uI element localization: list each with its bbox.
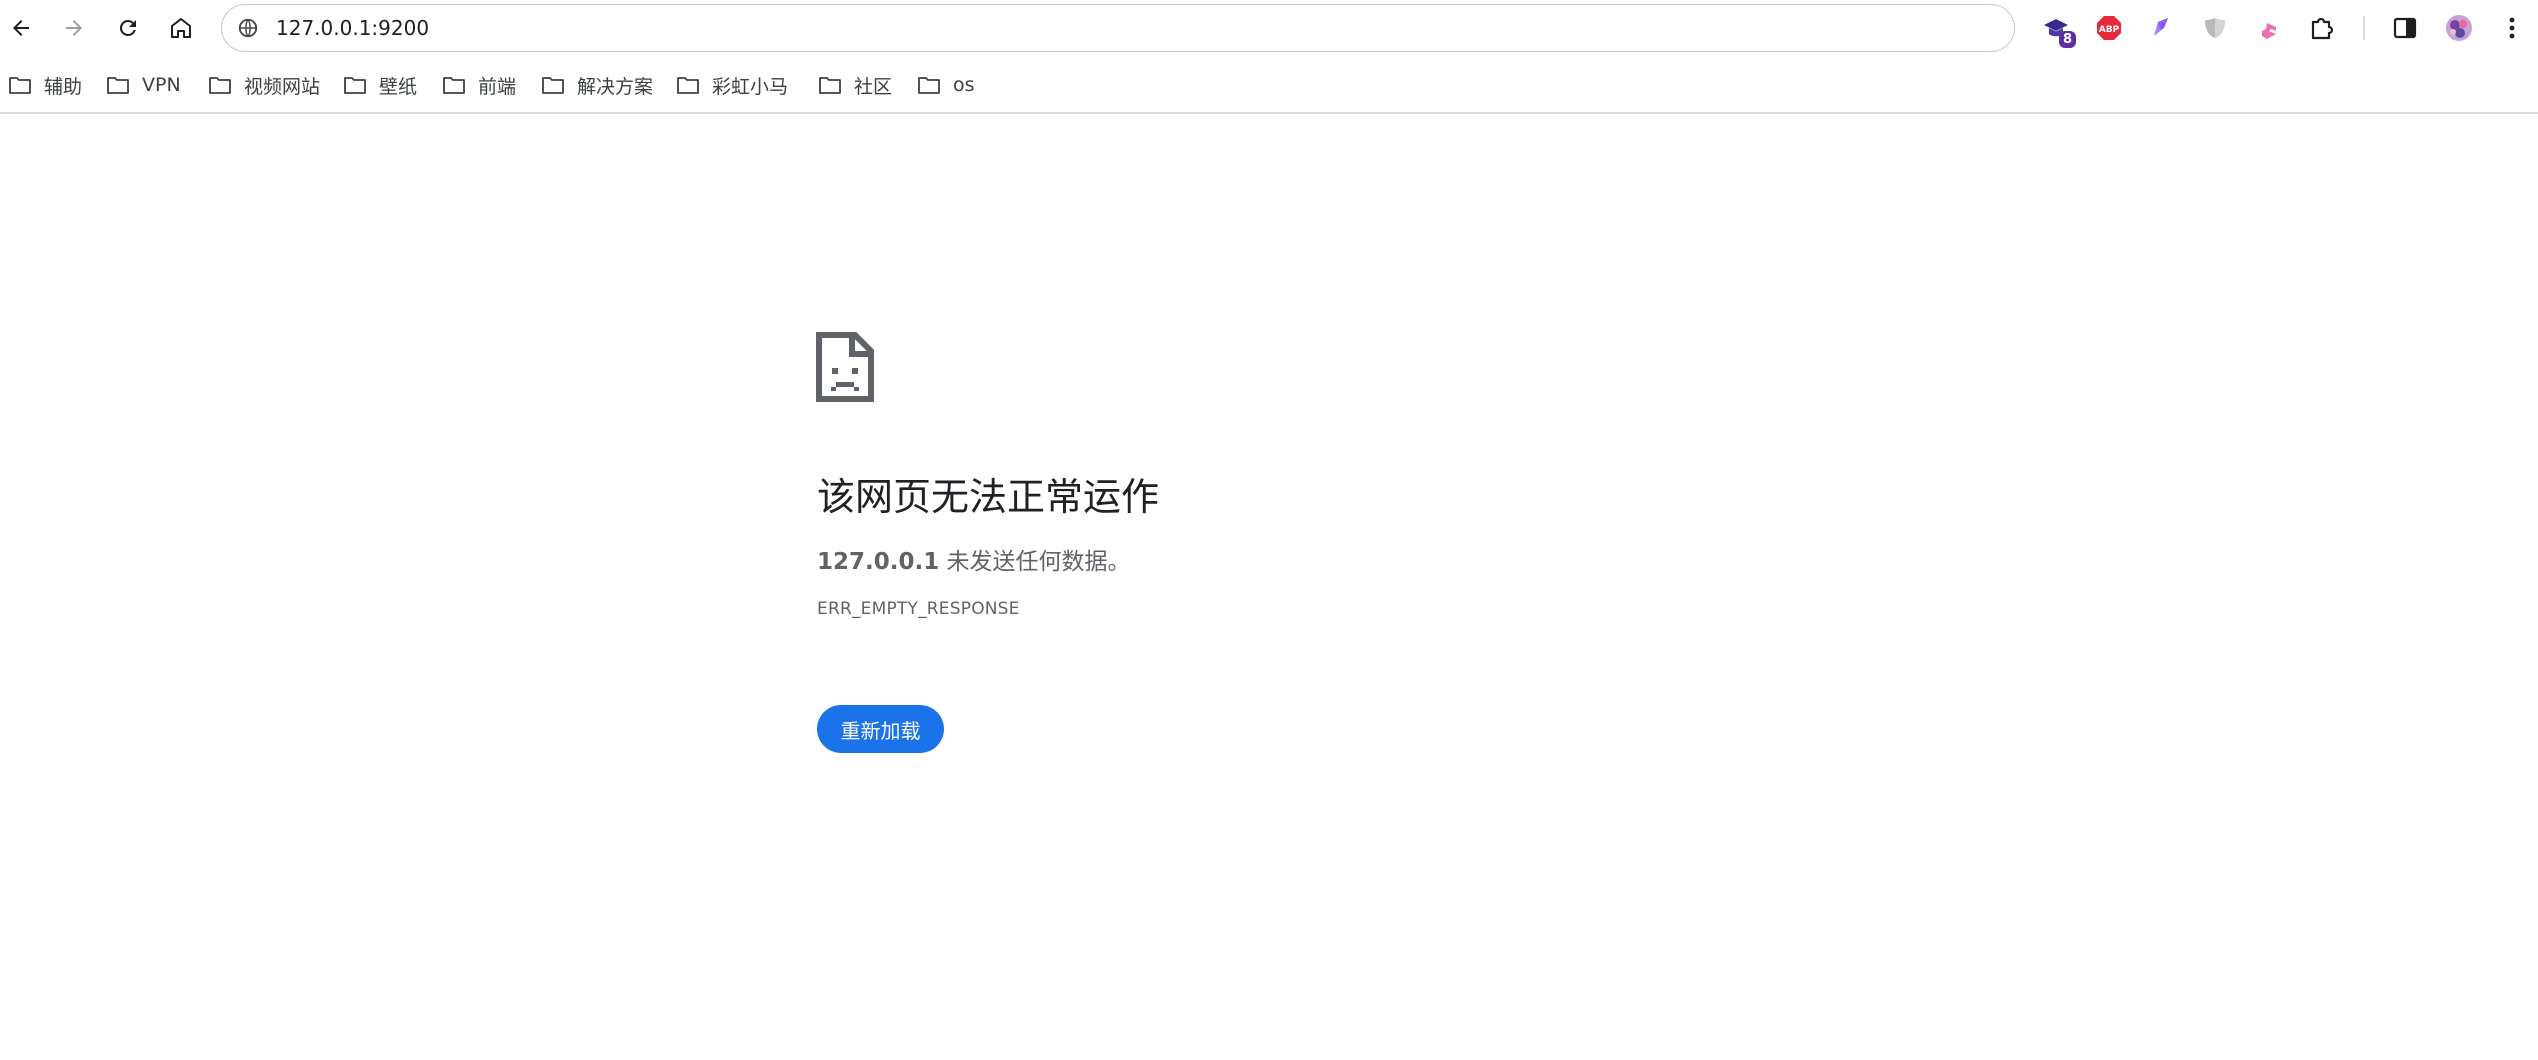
shield-extension-icon[interactable] <box>2199 12 2231 44</box>
folder-icon <box>209 77 231 94</box>
bing-icon[interactable] <box>2252 12 2284 44</box>
forward-arrow-icon <box>66 20 82 36</box>
bookmark-folder[interactable]: os <box>917 68 975 102</box>
bookmark-folder[interactable]: 壁纸 <box>343 68 417 102</box>
bookmark-folder[interactable]: 社区 <box>818 68 892 102</box>
more-vert-icon <box>2509 17 2515 39</box>
extension-badge: 8 <box>2058 31 2076 48</box>
error-code: ERR_EMPTY_RESPONSE <box>817 599 1020 619</box>
bookmark-label: os <box>953 74 975 96</box>
forward-button[interactable] <box>55 9 93 47</box>
home-icon <box>171 18 191 38</box>
bookmark-label: 辅助 <box>44 75 83 98</box>
side-panel-icon[interactable] <box>2389 12 2421 44</box>
adblock-plus-icon[interactable]: ABP <box>2093 12 2125 44</box>
bookmark-folder[interactable]: 视频网站 <box>208 68 320 102</box>
reload-icon <box>119 19 136 36</box>
folder-icon <box>918 77 940 94</box>
bookmark-label: 前端 <box>478 75 517 98</box>
reload-page-button[interactable]: 重新加载 <box>817 705 944 753</box>
bookmark-folder[interactable]: VPN <box>106 68 181 102</box>
bookmark-folder[interactable]: 前端 <box>442 68 516 102</box>
reload-button[interactable] <box>109 9 147 47</box>
site-info-icon[interactable] <box>236 16 260 40</box>
back-button[interactable] <box>2 9 40 47</box>
error-title: 该网页无法正常运作 <box>817 475 1160 519</box>
address-bar[interactable]: 127.0.0.1:9200 <box>221 4 2015 52</box>
bookmark-folder[interactable]: 辅助 <box>8 68 82 102</box>
url-text: 127.0.0.1:9200 <box>276 16 430 40</box>
folder-icon <box>107 77 129 94</box>
folder-icon <box>344 77 366 94</box>
browser-menu-button[interactable] <box>2496 12 2528 44</box>
pen-extension-icon[interactable] <box>2146 12 2178 44</box>
bookmark-label: 彩虹小马 <box>712 75 789 98</box>
browser-toolbar: 127.0.0.1:9200 8 ABP <box>0 0 2538 56</box>
bookmark-folder[interactable]: 彩虹小马 <box>676 68 788 102</box>
error-host: 127.0.0.1 <box>817 549 940 575</box>
error-detail: 127.0.0.1 未发送任何数据。 <box>817 542 1131 576</box>
folder-icon <box>542 77 564 94</box>
avatar[interactable] <box>2443 12 2475 44</box>
sad-page-icon <box>816 332 874 402</box>
bookmark-label: 壁纸 <box>379 75 418 98</box>
folder-icon <box>443 77 465 94</box>
extensions-puzzle-icon[interactable] <box>2305 12 2337 44</box>
svg-text:ABP: ABP <box>2099 25 2120 35</box>
toolbar-divider <box>2363 16 2365 40</box>
bookmarks-bar: 辅助 VPN 视频网站 壁纸 前端 解决方案 彩虹小马 社区 os <box>0 56 2538 114</box>
home-button[interactable] <box>162 9 200 47</box>
bookmark-label: 社区 <box>854 75 893 98</box>
bookmark-label: 视频网站 <box>244 75 321 98</box>
error-message: 未发送任何数据。 <box>939 549 1131 575</box>
bookmark-label: 解决方案 <box>577 75 654 98</box>
folder-icon <box>819 77 841 94</box>
folder-icon <box>677 77 699 94</box>
bookmark-label: VPN <box>142 74 181 96</box>
back-arrow-icon <box>13 20 29 36</box>
mortarboard-extension-icon[interactable]: 8 <box>2040 12 2076 48</box>
bookmark-folder[interactable]: 解决方案 <box>541 68 653 102</box>
folder-icon <box>9 77 31 94</box>
